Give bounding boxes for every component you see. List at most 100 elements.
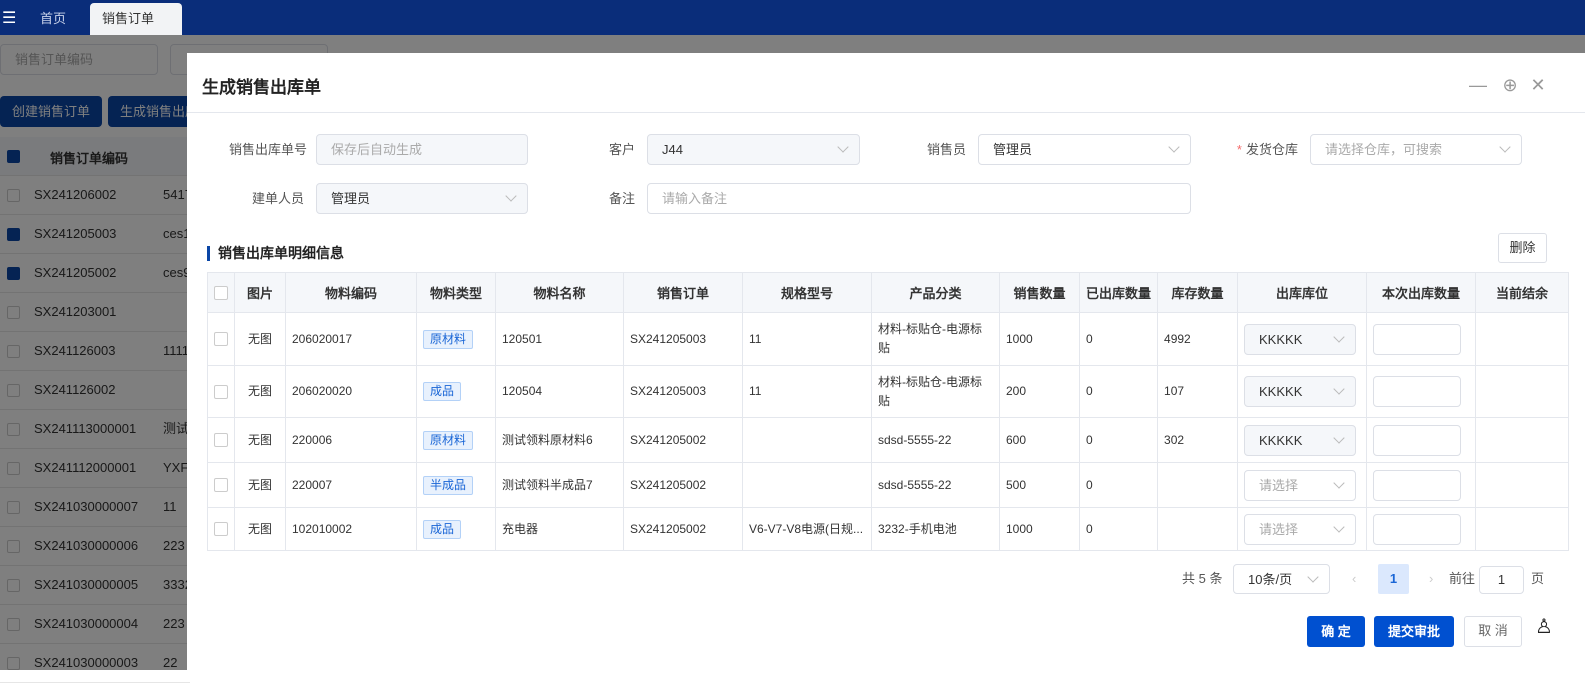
outbound-qty-input[interactable] [1373, 424, 1462, 456]
column-header: 物料名称 [495, 272, 624, 313]
type-tag: 原材料 [423, 329, 474, 349]
tab-home[interactable]: 首页 [28, 3, 78, 35]
sales-order: SX241205002 [623, 462, 743, 508]
row-select[interactable] [207, 462, 235, 508]
location-select[interactable]: 请选择 [1244, 469, 1357, 501]
customer-value: J44 [662, 142, 683, 157]
spec-text: 11 [749, 384, 762, 398]
customer-label: 客户 [608, 142, 635, 157]
order-no-input[interactable]: 保存后自动生成 [316, 134, 528, 165]
confirm-button[interactable]: 确 定 [1307, 616, 1365, 647]
material-type: 成品 [416, 507, 496, 551]
material-code: 206020020 [285, 365, 417, 418]
column-header: 图片 [234, 272, 286, 313]
cancel-button[interactable]: 取 消 [1464, 616, 1522, 647]
top-bar: ☰ 首页 销售订单 × [0, 0, 1585, 58]
qty-cell [1366, 417, 1477, 463]
chevron-down-icon [1333, 330, 1345, 343]
material-type: 成品 [416, 365, 496, 418]
close-icon[interactable]: ✕ [1528, 75, 1548, 95]
minimize-icon[interactable]: — [1468, 75, 1488, 95]
table-row: 无图 206020017 原材料 120501 SX241205003 11 材料-标贴仓-… [207, 312, 1570, 366]
checkbox[interactable] [214, 522, 228, 537]
page-1[interactable]: 1 [1378, 564, 1409, 594]
qty-cell [1366, 507, 1477, 551]
next-page-icon[interactable]: › [1429, 564, 1433, 594]
spec-text: 11 [749, 331, 762, 346]
balance-cell [1475, 417, 1570, 463]
section-title: 销售出库单明细信息 [207, 246, 344, 261]
page-size-value: 10条/页 [1248, 572, 1293, 587]
material-code: 220007 [285, 462, 417, 508]
checkbox[interactable] [214, 332, 228, 347]
column-header: 销售数量 [999, 272, 1080, 313]
warehouse-select[interactable]: 请选择仓库，可搜索 [1310, 134, 1522, 165]
category: sdsd-5555-22 [871, 462, 1000, 508]
page-size-select[interactable]: 10条/页 [1233, 564, 1330, 594]
outbound-qty-input[interactable] [1373, 376, 1462, 407]
customer-select[interactable]: J44 [647, 134, 860, 165]
type-tag: 原材料 [423, 430, 474, 450]
balance-cell [1475, 462, 1570, 508]
user-pin-icon[interactable]: ♙ [1535, 614, 1553, 639]
creator-select[interactable]: 管理员 [316, 183, 528, 214]
salesman-value: 管理员 [993, 142, 1033, 157]
tab-label: 销售订单 [102, 11, 155, 26]
outbound-qty-input[interactable] [1373, 513, 1462, 545]
checkbox[interactable] [214, 433, 228, 448]
page-suffix: 页 [1531, 571, 1545, 586]
header-select-all[interactable] [207, 272, 235, 313]
image-cell: 无图 [234, 365, 286, 418]
row-select[interactable] [207, 417, 235, 463]
sales-order: SX241205003 [623, 365, 743, 418]
location-select[interactable]: KKKKK [1244, 424, 1357, 456]
material-name: 充电器 [495, 507, 624, 551]
location-cell: 请选择 [1237, 507, 1368, 551]
sales-qty: 500 [999, 462, 1080, 508]
qty-cell [1366, 365, 1477, 418]
row-select[interactable] [207, 312, 235, 366]
stock-qty [1157, 462, 1239, 508]
tab-sales-order[interactable]: 销售订单 × [90, 3, 182, 58]
stock-qty: 302 [1157, 417, 1239, 463]
submit-approval-button[interactable]: 提交审批 [1374, 616, 1454, 647]
balance-cell [1475, 312, 1570, 366]
required-mark: * [1236, 142, 1242, 157]
outbound-qty-input[interactable] [1373, 323, 1462, 355]
chevron-down-icon [1333, 476, 1345, 489]
location-select[interactable]: KKKKK [1244, 376, 1357, 407]
location-select[interactable]: KKKKK [1244, 323, 1357, 355]
checkbox[interactable] [214, 286, 228, 301]
checkbox[interactable] [214, 384, 228, 399]
table-row: 无图 220007 半成品 测试领料半成品7 SX241205002 sdsd-5555-… [207, 462, 1570, 508]
salesman-select[interactable]: 管理员 [978, 134, 1191, 165]
row-select[interactable] [207, 365, 235, 418]
delete-button[interactable]: 删除 [1498, 233, 1547, 263]
material-type: 原材料 [416, 417, 496, 463]
material-name: 120501 [495, 312, 624, 366]
spec: 11 [742, 365, 872, 418]
spec: V6-V7-V8电源(日规... [742, 507, 872, 551]
chevron-down-icon [1333, 431, 1345, 444]
spec [742, 417, 872, 463]
remark-input[interactable]: 请输入备注 [647, 183, 1191, 214]
checkbox[interactable] [214, 478, 228, 493]
prev-page-icon[interactable]: ‹ [1352, 564, 1356, 594]
warehouse-label: * 发货仓库 [1178, 134, 1298, 165]
generate-outbound-dialog: 生成销售出库单 — ⊕ ✕ 销售出库单号 保存后自动生成 客户 J44 销售员 … [187, 53, 1585, 670]
zoom-in-icon[interactable]: ⊕ [1500, 75, 1520, 95]
chevron-down-icon [1333, 520, 1345, 533]
category: sdsd-5555-22 [871, 417, 1000, 463]
location-cell: KKKKK [1237, 365, 1368, 418]
menu-icon[interactable]: ☰ [2, 8, 16, 28]
out-qty: 0 [1078, 507, 1159, 551]
location-cell: 请选择 [1237, 462, 1368, 508]
outbound-qty-input[interactable] [1373, 469, 1462, 501]
location-value: KKKKK [1259, 432, 1303, 448]
dialog-title: 生成销售出库单 [202, 78, 321, 97]
row-select[interactable] [207, 507, 235, 551]
goto-page-input[interactable]: 1 [1479, 566, 1524, 594]
location-value: KKKKK [1259, 331, 1303, 347]
location-select[interactable]: 请选择 [1244, 513, 1357, 545]
stock-qty: 107 [1157, 365, 1239, 418]
